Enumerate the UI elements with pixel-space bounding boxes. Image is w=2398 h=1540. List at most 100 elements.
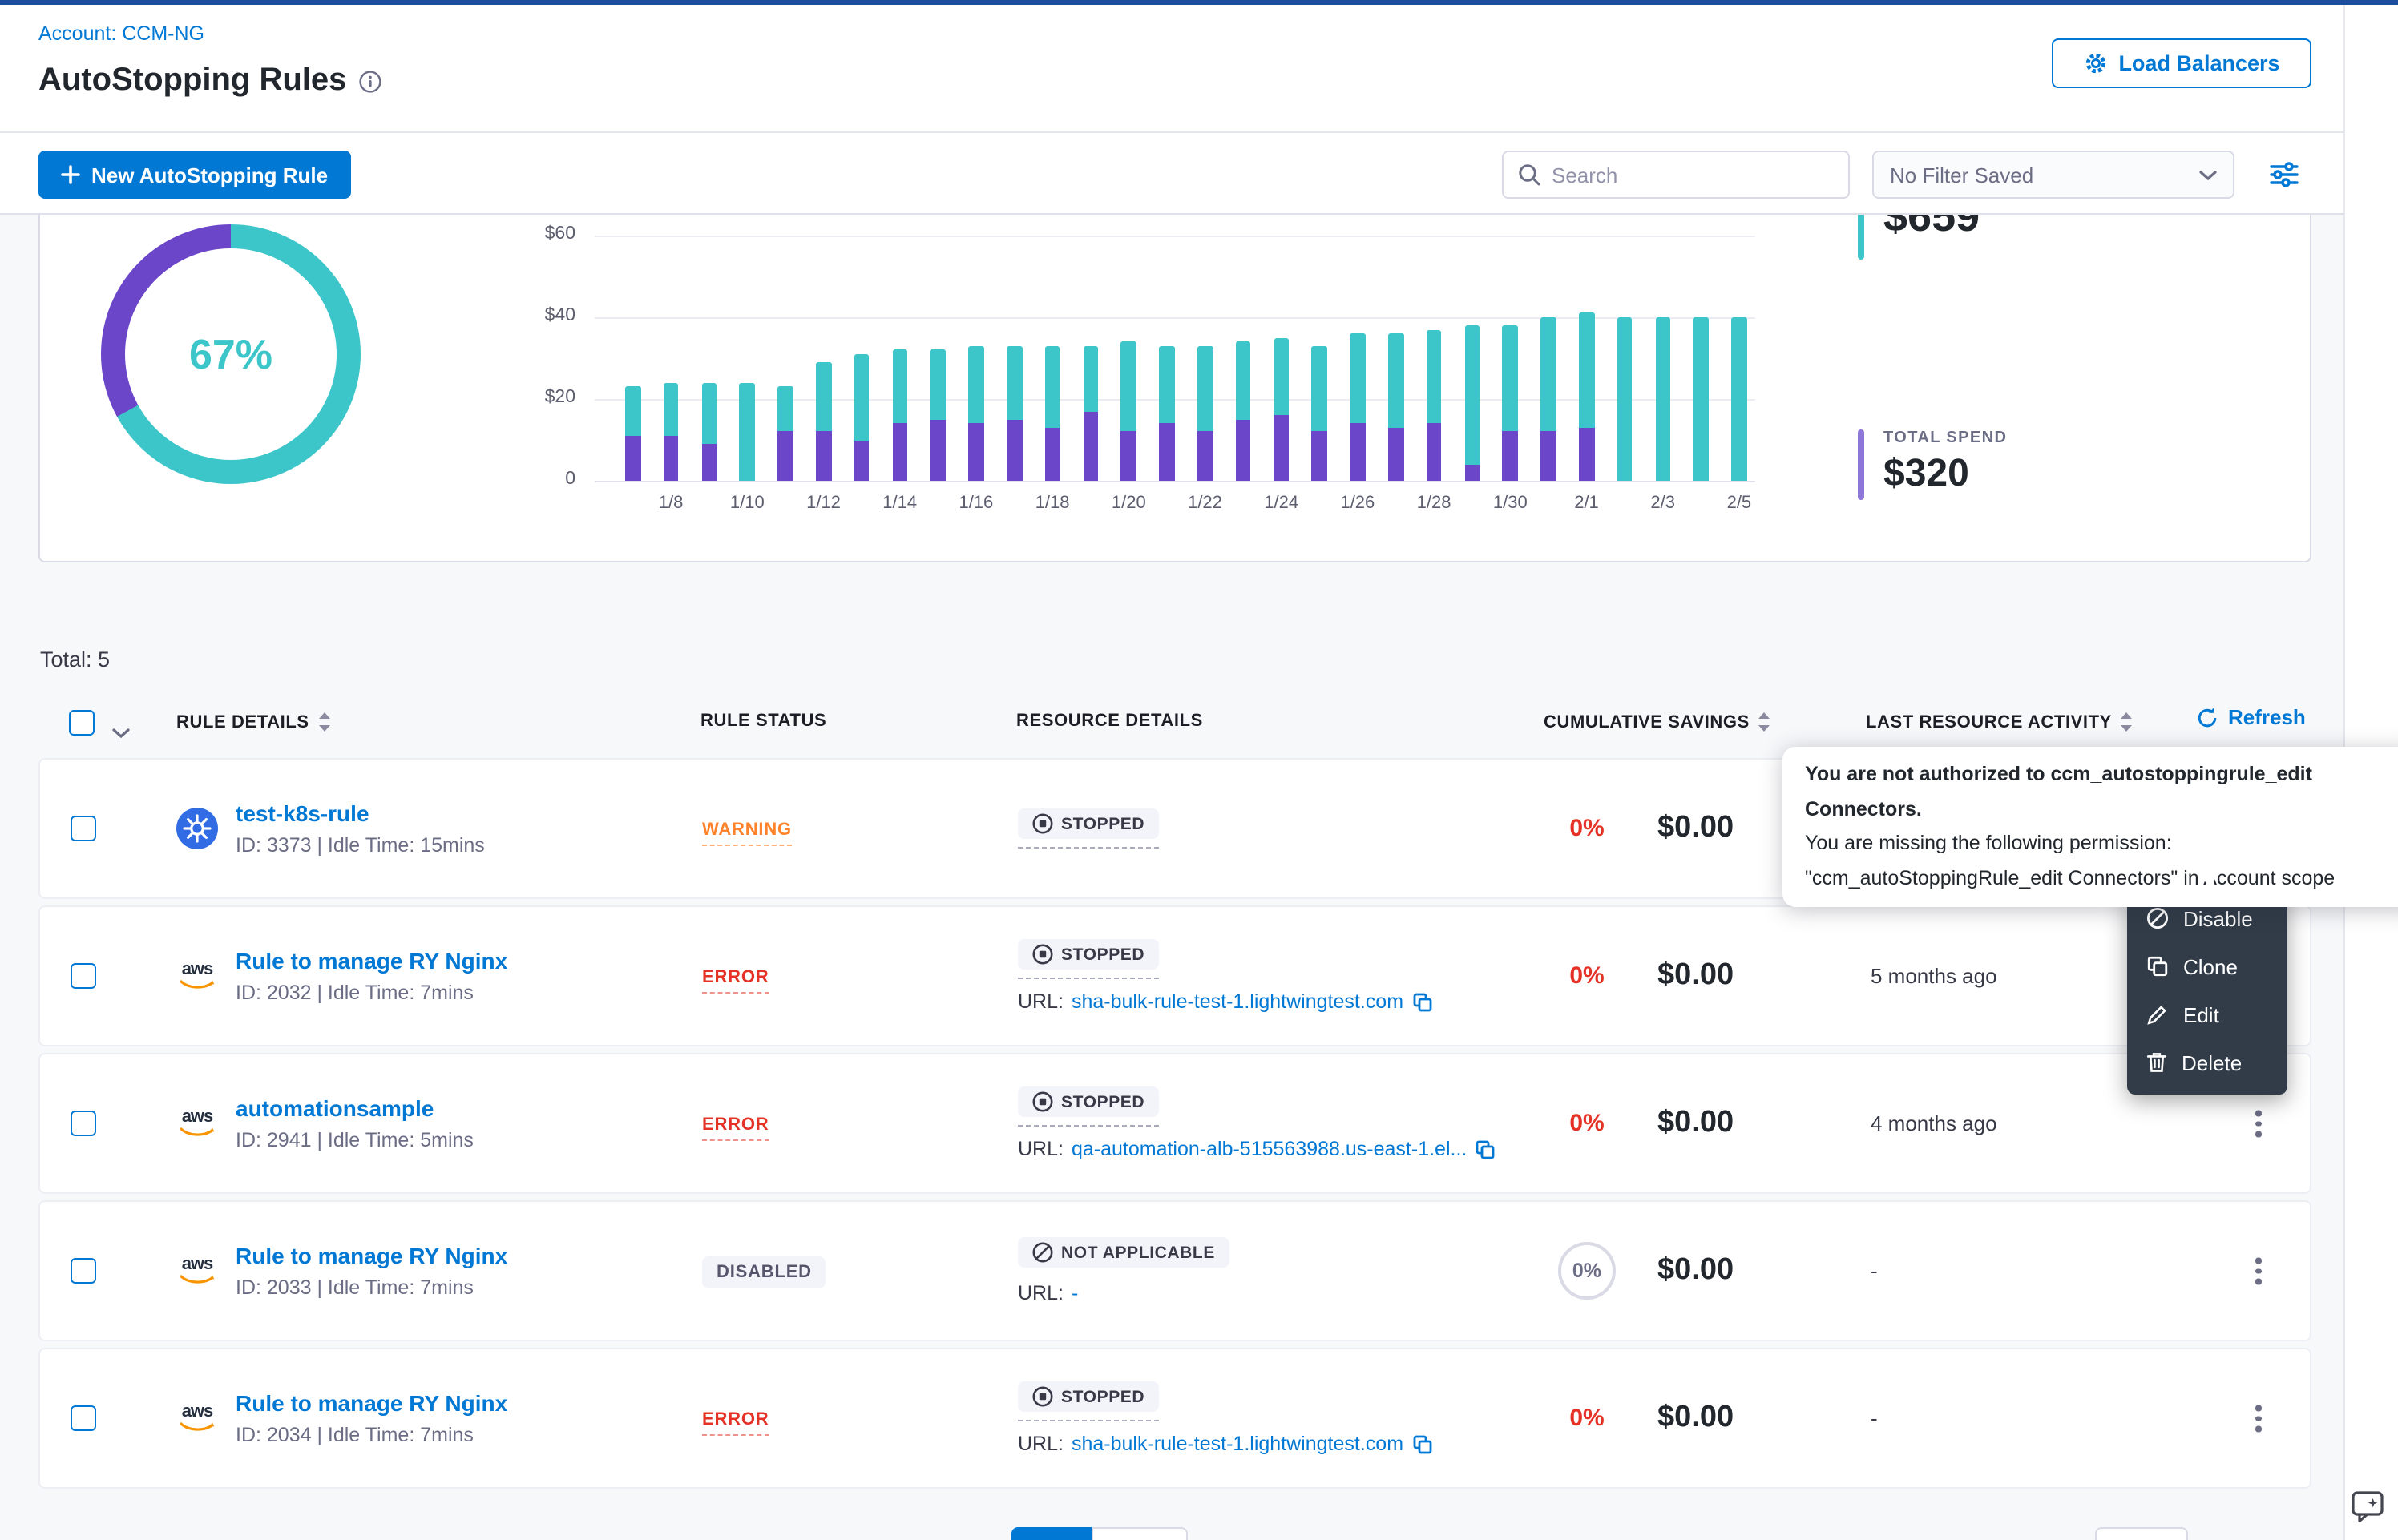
- table-row: aws Rule to manage RY Nginx ID: 2034 | I…: [38, 1348, 2311, 1489]
- resource-state-badge[interactable]: NOT APPLICABLE: [1018, 1237, 1229, 1271]
- last-activity: 5 months ago: [1871, 964, 1997, 988]
- total-spend-label: TOTAL SPEND: [1883, 429, 2007, 447]
- copy-icon[interactable]: [1475, 1139, 1496, 1159]
- url-label: URL:: [1018, 1282, 1064, 1304]
- savings-amount: $0.00: [1657, 811, 1734, 846]
- new-autostopping-rule-button[interactable]: New AutoStopping Rule: [38, 151, 350, 199]
- rule-name-link[interactable]: test-k8s-rule: [236, 800, 485, 826]
- copy-icon[interactable]: [1411, 1433, 1432, 1454]
- rule-name-link[interactable]: automationsample: [236, 1095, 474, 1121]
- resource-url-link[interactable]: sha-bulk-rule-test-1.lightwingtest.com: [1072, 990, 1403, 1013]
- row-checkbox[interactable]: [71, 1405, 96, 1431]
- chat-help-icon[interactable]: [2345, 1484, 2390, 1529]
- plus-icon: [61, 165, 80, 184]
- last-activity: -: [1871, 1259, 1878, 1283]
- resource-url-link[interactable]: -: [1072, 1282, 1078, 1304]
- context-menu-edit[interactable]: Edit: [2127, 990, 2287, 1038]
- rule-name-link[interactable]: Rule to manage RY Nginx: [236, 1243, 507, 1268]
- rule-name-link[interactable]: Rule to manage RY Nginx: [236, 948, 507, 974]
- kubernetes-icon: [176, 808, 218, 849]
- sort-icon: [1758, 712, 1772, 732]
- column-header-last-resource-activity[interactable]: LAST RESOURCE ACTIVITY: [1866, 712, 2134, 732]
- aws-icon: aws: [176, 955, 218, 997]
- gear-icon: [2083, 51, 2107, 75]
- filter-panel-icon[interactable]: [2263, 155, 2305, 194]
- sort-icon: [2120, 712, 2134, 732]
- autostopping-rules-page: Account: CCM-NG AutoStopping Rules Load …: [0, 0, 2398, 1540]
- kebab-menu-icon[interactable]: [2249, 1104, 2267, 1143]
- table-row: aws Rule to manage RY Nginx ID: 2033 | I…: [38, 1200, 2311, 1341]
- resource-state-badge[interactable]: STOPPED: [1018, 1381, 1159, 1421]
- rule-name-link[interactable]: Rule to manage RY Nginx: [236, 1390, 507, 1416]
- savings-percent: 0%: [1531, 815, 1643, 842]
- savings-amount: $0.00: [1657, 1401, 1734, 1436]
- info-icon[interactable]: [359, 70, 382, 92]
- rule-meta: ID: 2034 | Idle Time: 7mins: [236, 1424, 507, 1446]
- status-badge[interactable]: WARNING: [702, 820, 792, 846]
- last-activity: -: [1871, 1406, 1878, 1430]
- page-title: AutoStopping Rules: [38, 62, 346, 99]
- status-badge[interactable]: ERROR: [702, 968, 769, 994]
- resource-state-badge[interactable]: STOPPED: [1018, 808, 1159, 849]
- savings-percent: 0%: [1531, 1110, 1643, 1137]
- row-checkbox[interactable]: [71, 963, 96, 989]
- pagination-next-page[interactable]: [1092, 1527, 1188, 1540]
- row-checkbox[interactable]: [71, 1111, 96, 1136]
- savings-amount: $0.00: [1657, 958, 1734, 994]
- account-breadcrumb[interactable]: Account: CCM-NG: [38, 22, 204, 45]
- column-header-rule-details[interactable]: RULE DETAILS: [176, 712, 332, 732]
- table-row: aws Rule to manage RY Nginx ID: 2032 | I…: [38, 905, 2311, 1046]
- resource-url-link[interactable]: qa-automation-alb-515563988.us-east-1.el…: [1072, 1138, 1467, 1160]
- kebab-menu-icon[interactable]: [2249, 1399, 2267, 1438]
- menu-item-label: Disable: [2183, 906, 2253, 930]
- toolbar: New AutoStopping Rule No Filter Saved: [0, 135, 2398, 215]
- refresh-button[interactable]: Refresh: [2196, 705, 2306, 729]
- state-label: STOPPED: [1061, 945, 1144, 964]
- chevron-down-icon: [2199, 169, 2217, 180]
- rule-meta: ID: 3373 | Idle Time: 15mins: [236, 834, 485, 857]
- status-badge[interactable]: ERROR: [702, 1115, 769, 1141]
- total-spend-value: $320: [1883, 452, 1969, 497]
- column-label: LAST RESOURCE ACTIVITY: [1866, 712, 2112, 732]
- stop-circle-icon: [1032, 813, 1053, 834]
- column-header-cumulative-savings[interactable]: CUMULATIVE SAVINGS: [1544, 712, 1772, 732]
- bulk-actions-chevron-icon[interactable]: [112, 718, 130, 747]
- saved-filter-dropdown[interactable]: No Filter Saved: [1872, 151, 2234, 199]
- edit-icon: [2146, 1003, 2169, 1026]
- search-icon: [1518, 163, 1540, 186]
- savings-percent: 0%: [1531, 1405, 1643, 1432]
- last-activity: 4 months ago: [1871, 1111, 1997, 1135]
- resource-url-link[interactable]: sha-bulk-rule-test-1.lightwingtest.com: [1072, 1433, 1403, 1455]
- savings-amount: $0.00: [1657, 1106, 1734, 1141]
- kebab-menu-icon[interactable]: [2249, 1252, 2267, 1291]
- resource-state-badge[interactable]: STOPPED: [1018, 939, 1159, 979]
- slash-circle-icon: [1032, 1242, 1053, 1263]
- stop-circle-icon: [1032, 1091, 1053, 1112]
- copy-icon[interactable]: [1411, 991, 1432, 1012]
- menu-item-label: Clone: [2183, 954, 2238, 978]
- search-input[interactable]: [1552, 163, 1834, 187]
- status-badge[interactable]: ERROR: [702, 1410, 769, 1436]
- aws-icon: aws: [176, 1103, 218, 1144]
- load-balancers-button[interactable]: Load Balancers: [2052, 38, 2311, 88]
- pagination-page-size[interactable]: [2095, 1527, 2188, 1540]
- savings-percent: 0%: [1531, 962, 1643, 990]
- row-checkbox[interactable]: [71, 816, 96, 841]
- column-header-rule-status: RULE STATUS: [700, 712, 826, 731]
- context-menu-delete[interactable]: Delete: [2127, 1038, 2287, 1086]
- pagination-active-page[interactable]: [1011, 1527, 1092, 1540]
- select-all-checkbox[interactable]: [69, 710, 95, 736]
- rule-meta: ID: 2033 | Idle Time: 7mins: [236, 1276, 507, 1299]
- menu-item-label: Edit: [2183, 1002, 2219, 1026]
- refresh-label: Refresh: [2228, 705, 2306, 729]
- rule-meta: ID: 2032 | Idle Time: 7mins: [236, 982, 507, 1004]
- column-label: RESOURCE DETAILS: [1016, 712, 1203, 731]
- stacked-bar-plot: [595, 236, 1755, 481]
- donut-chart: 67%: [101, 224, 361, 484]
- state-label: STOPPED: [1061, 1092, 1144, 1111]
- x-axis-line: [595, 481, 1755, 482]
- aws-icon: aws: [176, 1250, 218, 1292]
- resource-state-badge[interactable]: STOPPED: [1018, 1086, 1159, 1127]
- row-checkbox[interactable]: [71, 1258, 96, 1284]
- context-menu-clone[interactable]: Clone: [2127, 942, 2287, 990]
